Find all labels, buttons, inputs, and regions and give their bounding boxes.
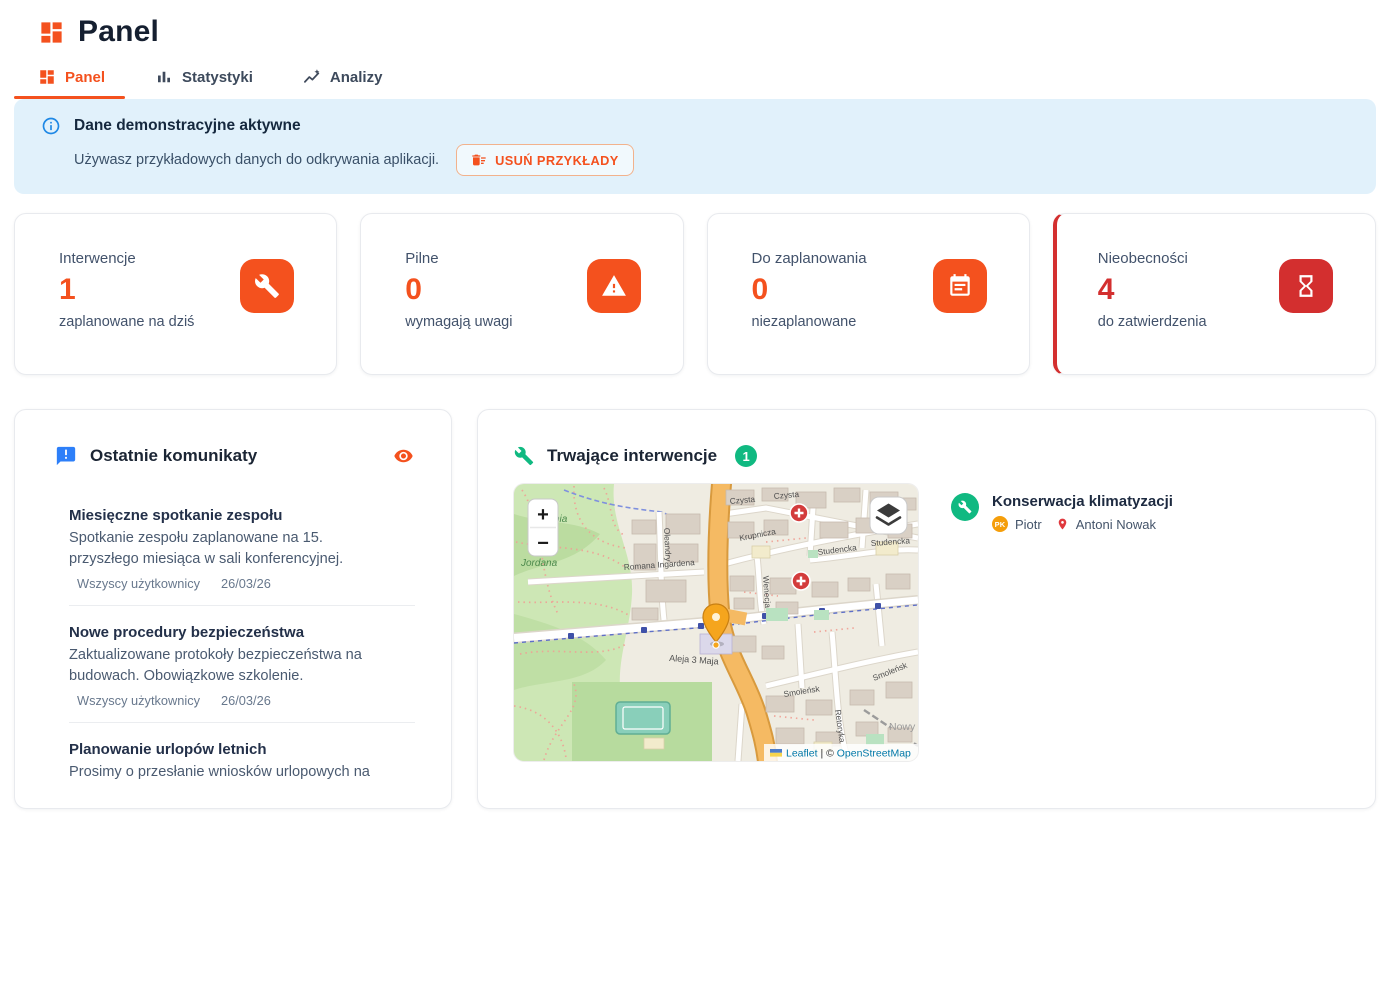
tab-label: Analizy <box>330 69 383 86</box>
announcement-title: Planowanie urlopów letnich <box>69 741 415 758</box>
openstreetmap-link[interactable]: OpenStreetMap <box>837 748 911 760</box>
wrench-avatar-icon <box>951 493 979 521</box>
stat-label: Pilne <box>405 250 512 267</box>
stat-card-do-zaplanowania[interactable]: Do zaplanowania 0 niezaplanowane <box>707 213 1030 375</box>
stat-card-interwencje[interactable]: Interwencje 1 zaplanowane na dziś <box>14 213 337 375</box>
stat-label: Interwencje <box>59 250 194 267</box>
warning-icon <box>587 259 641 313</box>
page-title: Panel <box>78 15 159 49</box>
map-hospital-marker <box>792 572 810 590</box>
map-zoom-in-button[interactable]: + <box>537 504 549 526</box>
tab-bar: Panel Statystyki Analizy <box>14 62 1390 99</box>
tab-label: Statystyki <box>182 69 253 86</box>
demo-data-banner: Dane demonstracyjne aktywne Używasz przy… <box>14 99 1376 194</box>
svg-text:Oleandry: Oleandry <box>662 528 674 563</box>
leaflet-link[interactable]: Leaflet <box>786 748 818 760</box>
announcement-title: Nowe procedury bezpieczeństwa <box>69 624 415 641</box>
map-zoom-out-button[interactable]: − <box>537 533 549 555</box>
assignee-name: Piotr <box>1015 517 1042 532</box>
assignee-initials-badge: PK <box>992 516 1008 532</box>
announcement-title: Miesięczne spotkanie zespołu <box>69 507 415 524</box>
wrench-icon <box>240 259 294 313</box>
announcement-date: 26/03/26 <box>221 576 271 591</box>
interventions-title: Trwające interwencje <box>547 446 717 466</box>
remove-examples-label: USUŃ PRZYKŁADY <box>495 153 619 168</box>
view-all-announcements-button[interactable] <box>392 446 415 466</box>
announcement-audience: Wszyscy użytkownicy <box>77 576 200 591</box>
hourglass-icon <box>1279 259 1333 313</box>
banner-subtitle: Używasz przykładowych danych do odkrywan… <box>74 152 439 168</box>
stat-value: 1 <box>59 275 194 305</box>
stat-value: 4 <box>1098 275 1207 305</box>
eye-icon <box>392 446 415 466</box>
ukraine-flag-icon <box>770 749 782 753</box>
calendar-icon <box>933 259 987 313</box>
announcement-item[interactable]: Planowanie urlopów letnich Prosimy o prz… <box>69 741 415 797</box>
content-row: Ostatnie komunikaty Miesięczne spotkanie… <box>14 409 1376 809</box>
stat-label: Nieobecności <box>1098 250 1207 267</box>
announcement-date: 26/03/26 <box>221 693 271 708</box>
stat-value: 0 <box>752 275 867 305</box>
dashboard-icon <box>38 68 56 86</box>
intervention-list-item[interactable]: Konserwacja klimatyzacji PK Piotr Antoni… <box>951 493 1173 761</box>
announcements-title: Ostatnie komunikaty <box>90 446 257 466</box>
bar-chart-icon <box>155 68 173 86</box>
stats-row: Interwencje 1 zaplanowane na dziś Pilne … <box>14 213 1376 375</box>
info-icon <box>41 116 61 136</box>
stat-value: 0 <box>405 275 512 305</box>
svg-text:Leaflet | © OpenStreetMap: Leaflet | © OpenStreetMap <box>786 748 911 760</box>
stat-card-nieobecnosci[interactable]: Nieobecności 4 do zatwierdzenia <box>1053 213 1376 375</box>
location-pin-icon <box>1056 517 1069 531</box>
announcements-card: Ostatnie komunikaty Miesięczne spotkanie… <box>14 409 452 809</box>
announcements-list: Miesięczne spotkanie zespołu Spotkanie z… <box>69 507 415 797</box>
interventions-count-badge: 1 <box>735 445 757 467</box>
announcement-item[interactable]: Nowe procedury bezpieczeństwa Zaktualizo… <box>69 624 415 723</box>
interventions-card: Trwające interwencje 1 <box>477 409 1376 809</box>
map-canvas: Czysta Czysta Krupnicza Studencka Studen… <box>514 484 918 761</box>
tab-statystyki[interactable]: Statystyki <box>131 62 279 99</box>
map-attribution: Leaflet | © OpenStreetMap <box>764 744 918 761</box>
map-zoom-control: + − <box>528 499 558 556</box>
stat-label: Do zaplanowania <box>752 250 867 267</box>
intervention-title: Konserwacja klimatyzacji <box>992 493 1173 510</box>
delete-sweep-icon <box>471 152 487 168</box>
trend-sparkle-icon <box>303 68 321 86</box>
announcement-icon <box>55 445 77 467</box>
announcement-body: Spotkanie zespołu zaplanowane na 15. prz… <box>69 528 381 570</box>
map-hospital-marker <box>790 504 808 522</box>
tab-label: Panel <box>65 69 105 86</box>
app-header: Panel <box>0 0 1390 49</box>
stat-card-pilne[interactable]: Pilne 0 wymagają uwagi <box>360 213 683 375</box>
svg-text:Nowy: Nowy <box>889 721 916 733</box>
stat-sublabel: wymagają uwagi <box>405 314 512 330</box>
stat-sublabel: do zatwierdzenia <box>1098 314 1207 330</box>
wrench-icon <box>514 446 534 466</box>
announcement-item[interactable]: Miesięczne spotkanie zespołu Spotkanie z… <box>69 507 415 606</box>
svg-text:Jordana: Jordana <box>520 558 558 569</box>
announcement-body: Prosimy o przesłanie wniosków urlopowych… <box>69 762 381 783</box>
stat-sublabel: niezaplanowane <box>752 314 867 330</box>
dashboard-logo-icon <box>38 19 65 46</box>
banner-title: Dane demonstracyjne aktywne <box>74 117 301 135</box>
tab-analizy[interactable]: Analizy <box>279 62 409 99</box>
remove-examples-button[interactable]: USUŃ PRZYKŁADY <box>456 144 634 176</box>
tab-panel[interactable]: Panel <box>14 62 131 99</box>
map-layers-control[interactable] <box>870 497 907 534</box>
leaflet-map[interactable]: Czysta Czysta Krupnicza Studencka Studen… <box>514 484 918 761</box>
location-name: Antoni Nowak <box>1076 517 1156 532</box>
announcement-body: Zaktualizowane protokoły bezpieczeństwa … <box>69 645 381 687</box>
stat-sublabel: zaplanowane na dziś <box>59 314 194 330</box>
announcement-audience: Wszyscy użytkownicy <box>77 693 200 708</box>
